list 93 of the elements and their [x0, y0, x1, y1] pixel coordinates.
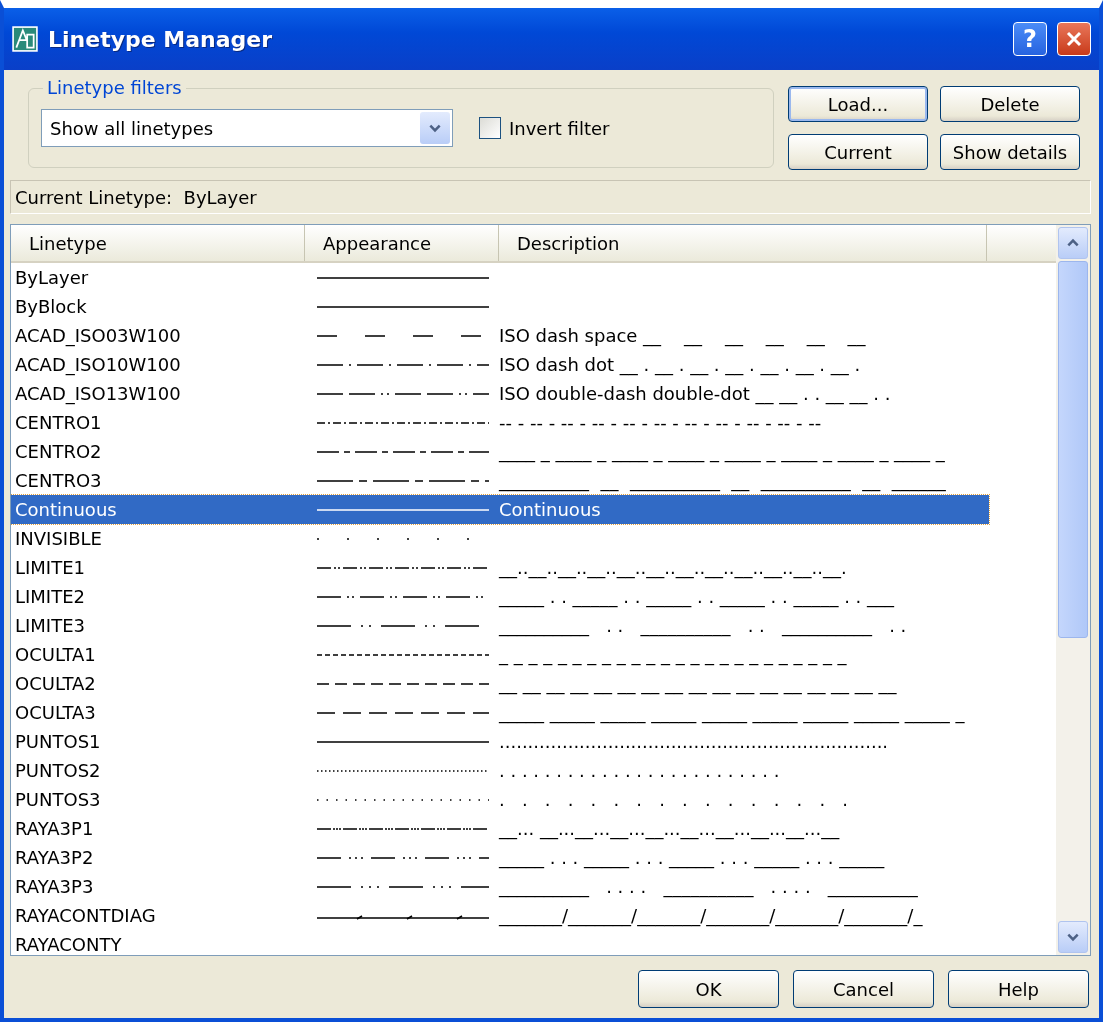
scroll-down-button[interactable] [1058, 921, 1088, 953]
linetype-name: OCULTA3 [14, 702, 97, 723]
linetype-name: PUNTOS2 [14, 760, 102, 781]
linetype-row[interactable]: RAYACONTY [11, 930, 989, 955]
help-button[interactable]: ? [1013, 22, 1047, 56]
linetype-row[interactable]: PUNTOS1 .................................................................... [11, 727, 989, 756]
vertical-scrollbar[interactable] [1056, 225, 1090, 955]
linetype-description: _____ _____ _____ _____ _____ _____ _____ _____ _____ _ [499, 702, 965, 723]
linetype-name: INVISIBLE [14, 528, 103, 549]
linetype-name: LIMITE3 [14, 615, 86, 636]
linetype-name: LIMITE1 [14, 557, 86, 578]
scroll-thumb[interactable] [1058, 261, 1088, 638]
column-header[interactable]: Linetype [11, 225, 305, 261]
linetype-description: __________ . . . . __________ . . . . __________ [499, 876, 918, 897]
linetype-row[interactable]: OCULTA3 _____ _____ _____ _____ _____ _____ _____ _____ _____ _ [11, 698, 989, 727]
linetype-name: LIMITE2 [14, 586, 86, 607]
linetype-description: . . . . . . . . . . . . . . . . . . . . . . . . . [499, 760, 780, 781]
linetype-row[interactable]: OCULTA2 __ __ __ __ __ __ __ __ __ __ __ __ __ __ __ __ __ [11, 669, 989, 698]
linetype-description: _____ . . _____ . . _____ . . _____ . . _____ . . ___ [499, 586, 895, 607]
linetype-name: OCULTA2 [14, 673, 97, 694]
linetype-name: CENTRO2 [14, 441, 103, 462]
column-header[interactable]: Appearance [305, 225, 499, 261]
linetype-row[interactable]: OCULTA1 _ _ _ _ _ _ _ _ _ _ _ _ _ _ _ _ _ _ _ _ _ _ _ _ [11, 640, 989, 669]
checkbox-label: Invert filter [509, 117, 610, 139]
linetype-name: PUNTOS3 [14, 789, 102, 810]
group-legend: Linetype filters [43, 77, 186, 98]
dialog-button[interactable]: Show details [940, 134, 1080, 170]
linetype-row[interactable]: LIMITE1 __..__..__..__..__..__..__..__..__..__..__..__. [11, 553, 989, 582]
scroll-up-button[interactable] [1058, 227, 1088, 259]
dialog-button[interactable]: Cancel [793, 970, 934, 1008]
filter-dropdown[interactable]: Show all linetypes [41, 109, 453, 147]
dialog-button[interactable]: OK [638, 970, 779, 1008]
linetype-name: CENTRO1 [14, 412, 103, 433]
linetype-row[interactable]: CENTRO1 -- - -- - -- - -- - -- - -- - -- - -- - -- - -- - -- [11, 408, 989, 437]
column-header[interactable]: Description [499, 225, 987, 261]
linetype-name: RAYA3P3 [14, 876, 95, 897]
linetype-description: ISO dash space __ __ __ __ __ __ [499, 325, 866, 346]
linetype-row[interactable]: RAYA3P1 __... __...__...__...__...__...__...__...__...__ [11, 814, 989, 843]
linetype-name: RAYACONTY [14, 934, 123, 955]
linetype-name: ACAD_ISO13W100 [14, 383, 182, 404]
linetype-name: PUNTOS1 [14, 731, 102, 752]
window-title: Linetype Manager [48, 26, 274, 52]
linetype-description: . . . . . . . . . . . . . . . . [499, 789, 849, 810]
linetype-row[interactable]: ByLayer [11, 263, 989, 292]
dialog-button[interactable]: Current [788, 134, 928, 170]
linetype-row[interactable]: INVISIBLE [11, 524, 989, 553]
linetype-row[interactable]: Continuous Continuous [11, 495, 989, 524]
close-button[interactable] [1057, 22, 1091, 56]
linetype-description: ISO dash dot __ . __ . __ . __ . __ . __ . __ . [499, 354, 861, 375]
linetype-name: RAYA3P1 [14, 818, 95, 839]
linetype-name: RAYACONTDIAG [14, 905, 157, 926]
linetype-description: __________ . . __________ . . __________ . . [499, 615, 907, 636]
linetype-row[interactable]: LIMITE2 _____ . . _____ . . _____ . . _____ . . _____ . . ___ [11, 582, 989, 611]
linetype-row[interactable]: CENTRO3 __________ __ __________ __ __________ __ ______ [11, 466, 989, 495]
linetype-row[interactable]: PUNTOS3 . . . . . . . . . . . . . . . . [11, 785, 989, 814]
dropdown-button[interactable] [420, 112, 450, 144]
linetype-description: _____ . . . _____ . . . _____ . . . _____ . . . _____ [499, 847, 885, 868]
linetype-description: __________ __ __________ __ __________ __ ______ [499, 470, 946, 491]
linetype-description: _______/_______/_______/_______/_______/_______/_ [499, 905, 923, 926]
linetype-name: OCULTA1 [14, 644, 97, 665]
dialog-button[interactable]: Delete [940, 86, 1080, 122]
linetype-description: _ _ _ _ _ _ _ _ _ _ _ _ _ _ _ _ _ _ _ _ _ _ _ _ [499, 644, 847, 665]
checkbox[interactable] [479, 117, 501, 139]
linetype-description: __... __...__...__...__...__...__...__...__...__ [499, 818, 840, 839]
linetype-description: __..__..__..__..__..__..__..__..__..__..__..__. [499, 557, 847, 578]
linetype-name: RAYA3P2 [14, 847, 95, 868]
linetype-row[interactable]: CENTRO2 ____ _ ____ _ ____ _ ____ _ ____ _ ____ _ ____ _ ____ _ [11, 437, 989, 466]
linetype-row[interactable]: LIMITE3 __________ . . __________ . . __________ . . [11, 611, 989, 640]
linetype-description: -- - -- - -- - -- - -- - -- - -- - -- - -- - -- - -- [499, 412, 822, 433]
dialog-button[interactable]: Help [948, 970, 1089, 1008]
linetype-name: ACAD_ISO10W100 [14, 354, 182, 375]
linetype-row[interactable]: ACAD_ISO13W100 ISO double-dash double-dot __ __ . . __ __ . . [11, 379, 989, 408]
current-linetype-text: Current Linetype: ByLayer [15, 186, 257, 208]
linetype-row[interactable]: RAYA3P2 _____ . . . _____ . . . _____ . . . _____ . . . _____ [11, 843, 989, 872]
linetype-row[interactable]: PUNTOS2 . . . . . . . . . . . . . . . . . . . . . . . . . [11, 756, 989, 785]
linetype-description: ISO double-dash double-dot __ __ . . __ __ . . [499, 383, 891, 404]
linetype-row[interactable]: ByBlock [11, 292, 989, 321]
linetype-description: .................................................................... [499, 731, 889, 752]
linetype-name: Continuous [14, 499, 118, 520]
linetype-description: __ __ __ __ __ __ __ __ __ __ __ __ __ __ __ __ __ [499, 673, 897, 694]
linetype-name: ByLayer [14, 267, 90, 288]
dialog-button[interactable]: Load... [788, 86, 928, 122]
linetype-row[interactable]: ACAD_ISO10W100 ISO dash dot __ . __ . __ . __ . __ . __ . __ . [11, 350, 989, 379]
linetype-row[interactable]: RAYACONTDIAG _______/_______/_______/_______/_______/_______/_ [11, 901, 989, 930]
app-icon [12, 26, 38, 52]
close-icon [1064, 29, 1084, 49]
linetype-description: ____ _ ____ _ ____ _ ____ _ ____ _ ____ _ ____ _ ____ _ [499, 441, 945, 462]
linetype-description: Continuous [499, 499, 601, 520]
linetype-name: ByBlock [14, 296, 88, 317]
linetype-name: ACAD_ISO03W100 [14, 325, 182, 346]
linetype-row[interactable]: RAYA3P3 __________ . . . . __________ . . . . __________ [11, 872, 989, 901]
linetype-name: CENTRO3 [14, 470, 103, 491]
linetype-row[interactable]: ACAD_ISO03W100 ISO dash space __ __ __ __ __ __ [11, 321, 989, 350]
